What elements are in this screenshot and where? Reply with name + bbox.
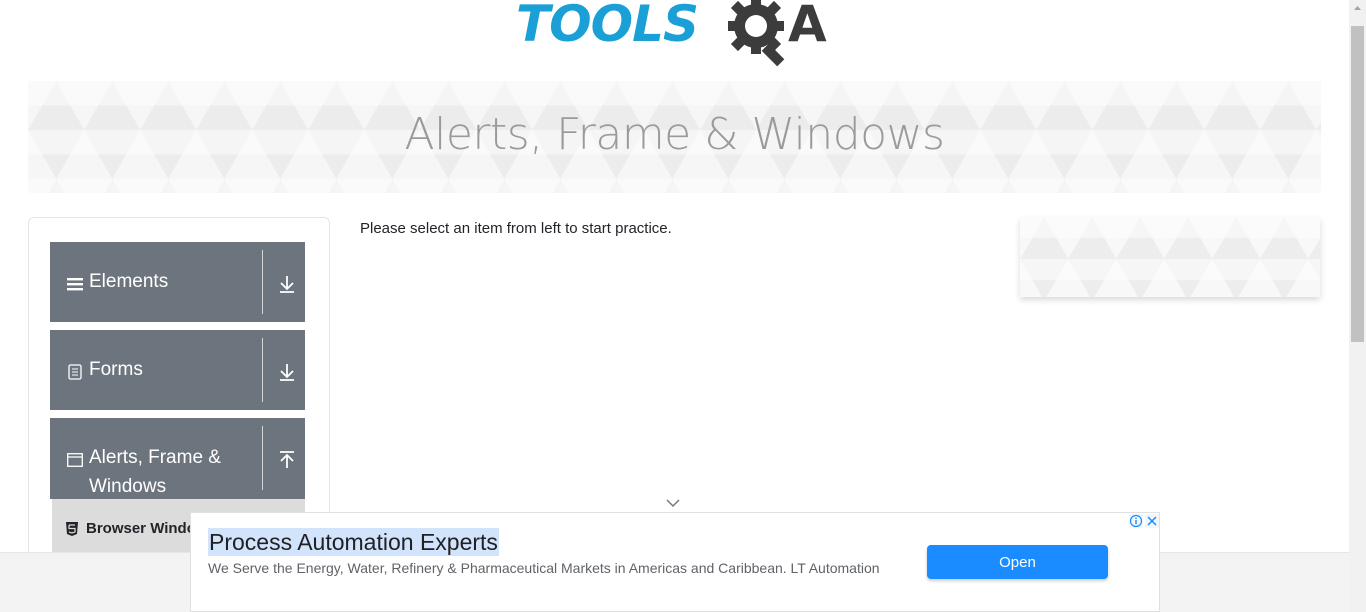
window-icon	[67, 453, 83, 467]
sidebar-group-forms[interactable]: Forms	[50, 330, 305, 410]
arrow-down-icon[interactable]	[278, 274, 296, 294]
divider	[262, 250, 263, 314]
sidebar-group-label: Forms	[89, 359, 143, 380]
arrow-down-icon[interactable]	[278, 362, 296, 382]
chevron-down-icon[interactable]	[665, 497, 681, 509]
info-icon[interactable]	[1129, 514, 1143, 528]
page-title: Alerts, Frame & Windows	[404, 109, 945, 160]
divider	[262, 338, 263, 402]
hamburger-icon	[67, 278, 83, 291]
page: TOOLS A Alerts, Frame & Windows Elements…	[0, 0, 1349, 612]
ad-open-button[interactable]: Open	[927, 545, 1108, 579]
logo-text-a: A	[788, 0, 827, 53]
ad-headline[interactable]: Process Automation Experts	[208, 528, 499, 556]
sidebar-group-label: Alerts, Frame & Windows	[89, 447, 221, 497]
side-ad-banner[interactable]	[1020, 217, 1320, 297]
toolsqa-logo[interactable]: TOOLS A	[514, 0, 838, 72]
practice-prompt: Please select an item from left to start…	[360, 220, 672, 237]
document-icon	[68, 364, 82, 380]
divider	[262, 426, 263, 490]
html5-icon	[66, 522, 78, 536]
sidebar-group-elements[interactable]: Elements	[50, 242, 305, 322]
scrollbar-thumb[interactable]	[1351, 26, 1364, 342]
sidebar-group-alerts-frame-windows[interactable]: Alerts, Frame & Windows	[50, 418, 305, 499]
sidebar-group-label: Elements	[89, 271, 169, 292]
arrow-up-icon[interactable]	[278, 450, 296, 470]
ad-description: We Serve the Energy, Water, Refinery & P…	[208, 560, 880, 576]
page-banner: Alerts, Frame & Windows	[28, 81, 1321, 193]
logo-text: TOOLS	[516, 0, 699, 53]
scroll-up-arrow-icon[interactable]	[1349, 0, 1366, 17]
bottom-ad: Process Automation Experts We Serve the …	[190, 512, 1160, 612]
close-icon[interactable]	[1145, 514, 1159, 528]
vertical-scrollbar[interactable]	[1349, 0, 1366, 612]
